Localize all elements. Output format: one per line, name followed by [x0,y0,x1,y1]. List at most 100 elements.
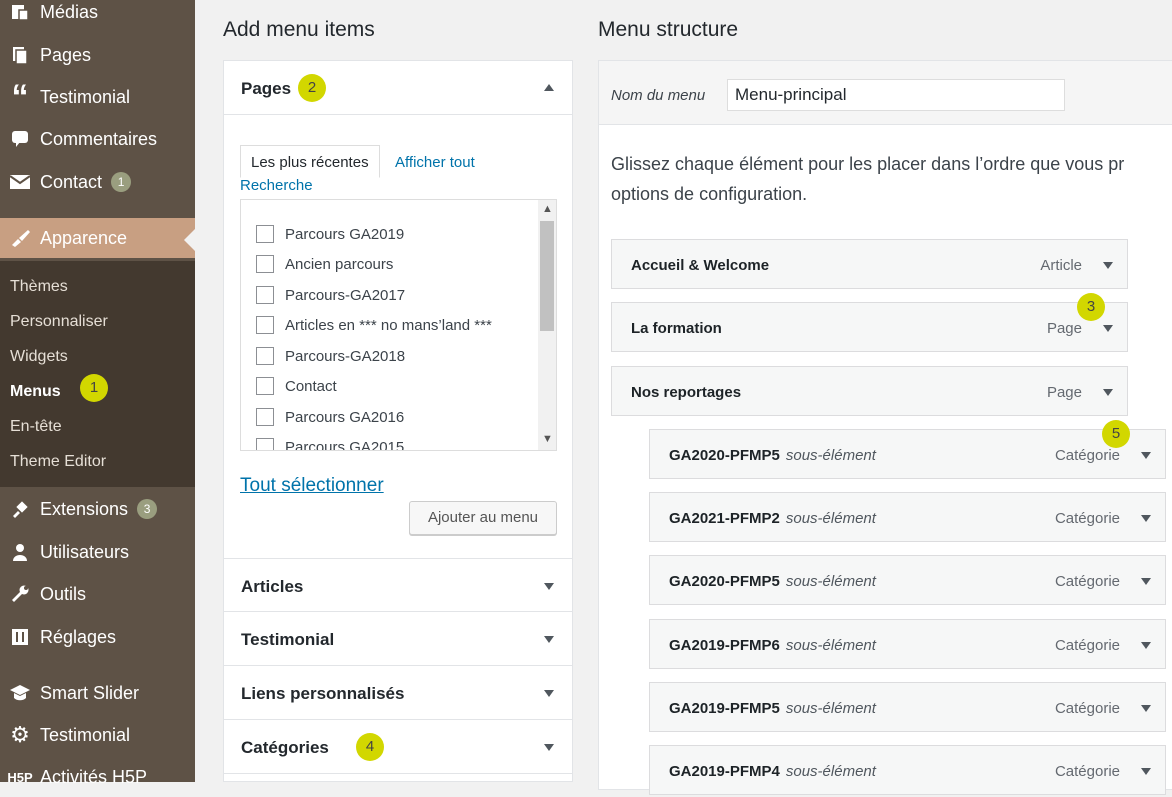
expand-icon[interactable] [1103,389,1113,396]
step-badge: 3 [1077,293,1105,321]
instructions-line: options de configuration. [611,184,808,204]
testimonial-panel-header[interactable]: Testimonial [224,612,572,666]
checkbox[interactable] [256,438,274,450]
sidebar-item-extensions[interactable]: Extensions 3 [0,489,195,529]
expand-icon[interactable] [1141,578,1151,585]
expand-icon[interactable] [1103,262,1113,269]
settings-icon [0,627,40,647]
menu-item[interactable]: La formation Page [611,302,1128,352]
menu-name-input[interactable]: Menu-principal [727,79,1065,111]
add-to-menu-button[interactable]: Ajouter au menu [409,501,557,535]
scroll-down-icon[interactable]: ▼ [542,433,553,445]
notification-badge: 3 [137,499,158,519]
menu-item[interactable]: Nos reportages Page [611,366,1128,416]
expand-icon[interactable] [1141,705,1151,712]
mortarboard-icon [0,683,40,703]
panel-title: Pages [241,79,292,98]
list-item[interactable]: Parcours GA2016 [256,406,404,428]
sidebar-item-utilisateurs[interactable]: Utilisateurs [0,532,195,572]
list-item[interactable]: Parcours-GA2017 [256,284,405,306]
menu-subitem[interactable]: GA2020-PFMP5 sous-élément Catégorie [649,429,1166,479]
expand-icon[interactable] [1141,452,1151,459]
menu-item-title: Nos reportages [631,384,742,401]
list-item[interactable]: Parcours-GA2018 [256,345,405,367]
menu-item-title: Accueil & Welcome [631,257,770,274]
tab-recent[interactable]: Les plus récentes [240,145,380,178]
list-item[interactable]: Ancien parcours [256,253,393,275]
panel-title: Catégories [241,738,329,757]
submenu-item-personnaliser[interactable]: Personnaliser [10,313,108,331]
scroll-up-icon[interactable]: ▲ [542,203,553,215]
tab-search[interactable]: Recherche [240,177,313,194]
pages-panel-header[interactable]: Pages [224,61,572,115]
select-all-link[interactable]: Tout sélectionner [240,475,384,497]
sidebar-item-label: Utilisateurs [40,541,130,562]
menu-item[interactable]: Accueil & Welcome Article [611,239,1128,289]
submenu-item-en-tete[interactable]: En-tête [10,418,62,436]
gear-icon: ⚙ [10,722,30,747]
sidebar-item-label: Activités H5P [40,766,148,787]
menu-header: Nom du menu Menu-principal [599,61,1172,125]
sidebar-item-medias[interactable]: Médias [0,0,195,32]
expand-icon[interactable] [1103,325,1113,332]
subitem-label: sous-élément [785,637,876,654]
list-item[interactable]: Contact [256,375,337,397]
menu-subitem[interactable]: GA2019-PFMP6 sous-élément Catégorie [649,619,1166,669]
menu-subitem[interactable]: GA2021-PFMP2 sous-élément Catégorie [649,492,1166,542]
admin-sidebar: Médias Pages “ Testimonial Commentaires … [0,0,195,787]
menu-item-type: Article [1040,257,1082,274]
scrollbar-thumb[interactable] [540,221,554,331]
sidebar-item-label: Contact [40,171,103,192]
articles-panel-header[interactable]: Articles [224,558,572,612]
expand-icon[interactable] [1141,642,1151,649]
appearance-submenu: Thèmes Personnaliser Widgets Menus En-tê… [0,261,195,487]
sidebar-item-pages[interactable]: Pages [0,35,195,75]
list-item[interactable]: Articles en *** no mans’land *** [256,314,492,336]
comment-icon [0,129,40,149]
submenu-item-menus[interactable]: Menus [10,383,61,401]
checkbox[interactable] [256,377,274,395]
checkbox[interactable] [256,286,274,304]
sidebar-item-smart-slider[interactable]: Smart Slider [0,673,195,713]
checkbox[interactable] [256,255,274,273]
menu-name-label: Nom du menu [611,87,706,104]
tab-show-all[interactable]: Afficher tout [395,154,475,171]
list-item[interactable]: Parcours GA2015 [256,436,404,450]
expand-icon[interactable] [1141,515,1151,522]
sidebar-item-reglages[interactable]: Réglages [0,617,195,657]
sidebar-item-contact[interactable]: Contact 1 [0,162,195,202]
sidebar-item-label: Extensions [40,498,129,519]
submenu-item-themes[interactable]: Thèmes [10,278,68,296]
submenu-item-theme-editor[interactable]: Theme Editor [10,453,106,471]
menu-item-title: GA2019-PFMP6 sous-élément [669,637,876,654]
sidebar-item-commentaires[interactable]: Commentaires [0,119,195,159]
menu-item-title: GA2019-PFMP4 sous-élément [669,763,876,780]
sidebar-item-activites-h5p[interactable]: H5P Activités H5P [0,757,195,797]
menu-subitem[interactable]: GA2019-PFMP5 sous-élément Catégorie [649,682,1166,732]
expand-icon[interactable] [1141,768,1151,775]
sidebar-item-apparence[interactable]: Apparence [0,218,195,258]
checkbox[interactable] [256,408,274,426]
menu-item-type: Catégorie [1054,763,1120,780]
sidebar-item-testimonial-settings[interactable]: ⚙ Testimonial [0,715,195,755]
categories-panel-header[interactable]: Catégories [224,720,572,774]
sidebar-item-outils[interactable]: Outils [0,574,195,614]
checkbox[interactable] [256,316,274,334]
list-item[interactable]: Parcours GA2019 [256,223,404,245]
menu-subitem[interactable]: GA2019-PFMP4 sous-élément Catégorie [649,745,1166,795]
quote-icon: “ [11,78,29,116]
checkbox[interactable] [256,225,274,243]
menu-item-type: Catégorie [1054,510,1120,527]
expand-icon [544,636,554,643]
subitem-label: sous-élément [785,763,876,780]
menu-subitem[interactable]: GA2020-PFMP5 sous-élément Catégorie [649,555,1166,605]
submenu-item-widgets[interactable]: Widgets [10,348,68,366]
pages-checklist[interactable]: Parcours GA2019 Ancien parcours Parcours… [240,199,557,451]
subitem-label: sous-élément [785,573,876,590]
brush-icon [0,228,40,248]
checkbox[interactable] [256,347,274,365]
sidebar-item-testimonial[interactable]: “ Testimonial [0,77,195,117]
sidebar-item-label: Commentaires [40,128,158,149]
custom-links-panel-header[interactable]: Liens personnalisés [224,666,572,720]
scrollbar[interactable]: ▲ ▼ [538,200,556,450]
